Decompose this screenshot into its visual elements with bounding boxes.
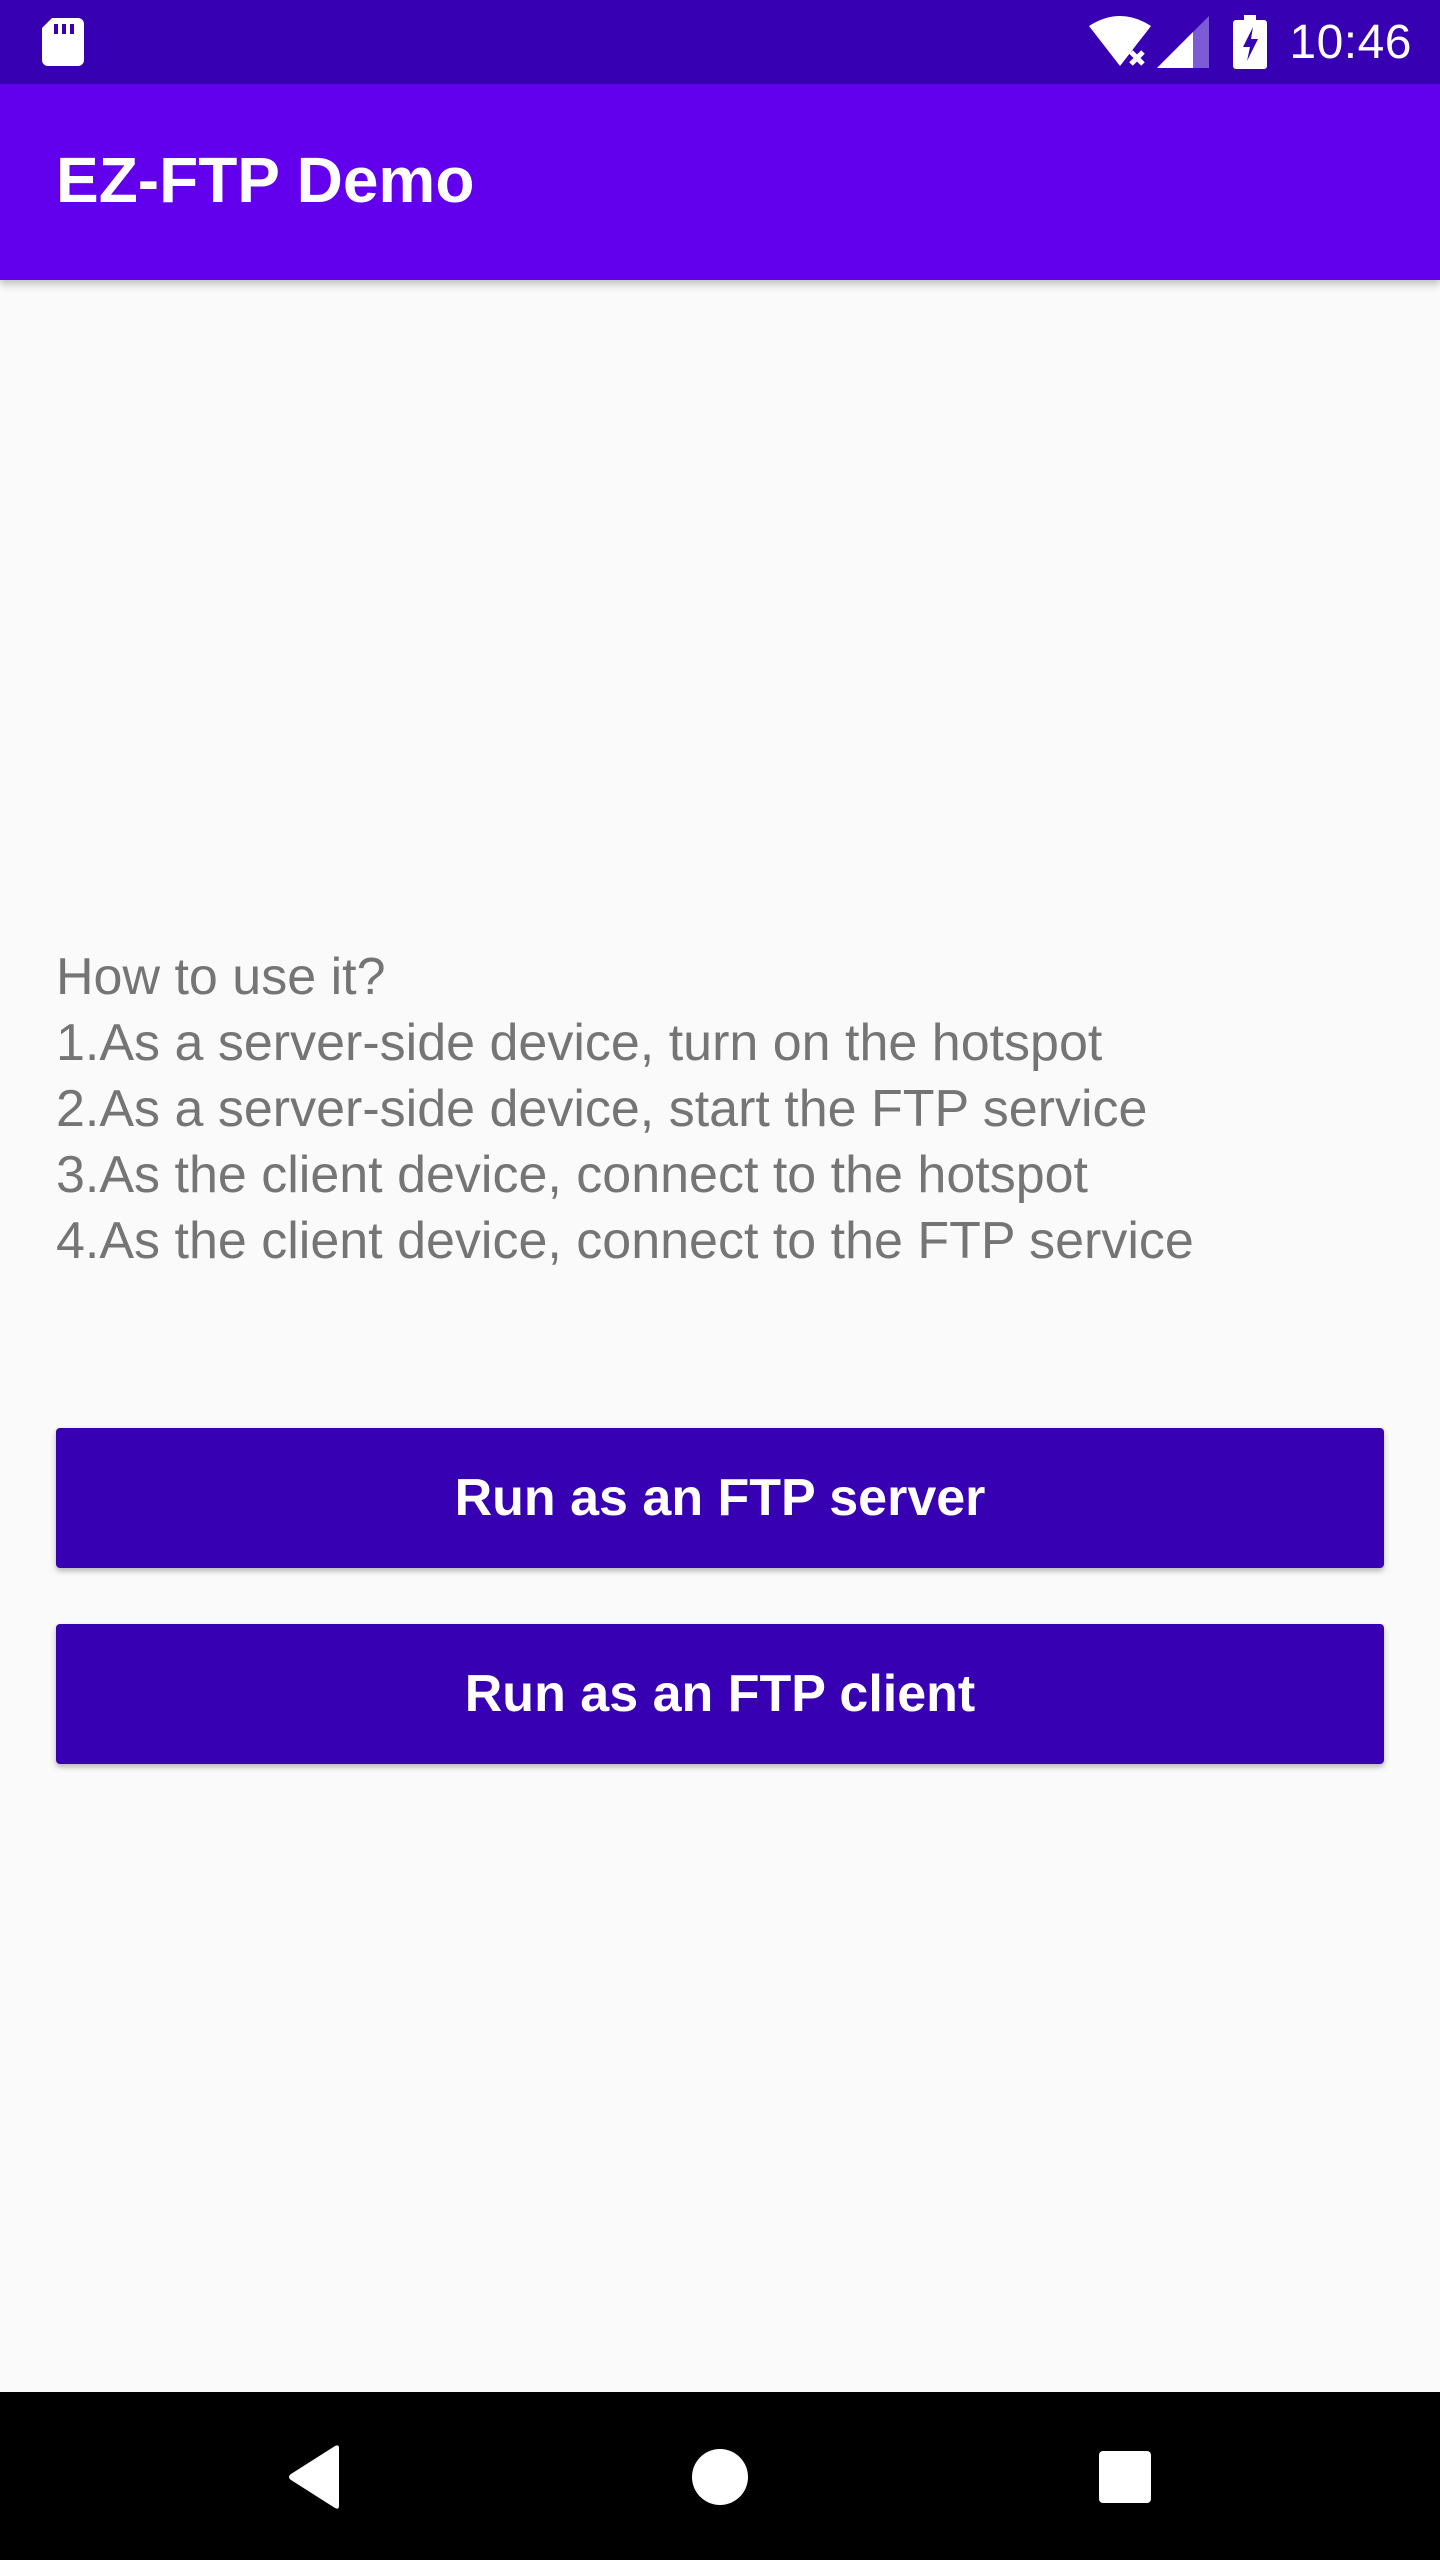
clock: 10:46 [1289,15,1412,69]
home-icon [692,2449,748,2505]
instruction-step: 4.As the client device, connect to the F… [56,1212,1194,1270]
back-button[interactable] [270,2432,360,2522]
sd-card-icon [42,18,84,66]
app-bar: EZ-FTP Demo [0,84,1440,280]
cell-signal-icon [1157,16,1210,68]
instruction-step: 1.As a server-side device, turn on the h… [56,1014,1103,1072]
navigation-bar [0,2392,1440,2560]
run-ftp-server-button[interactable]: Run as an FTP server [56,1428,1384,1568]
app-screen: 10:46 EZ-FTP Demo How to use it? 1.As a … [0,0,1440,2560]
recents-icon [1099,2451,1151,2503]
battery-charging-icon [1233,15,1268,69]
status-bar: 10:46 [0,0,1440,84]
wifi-no-internet-icon [1089,16,1152,66]
instruction-step: 2.As a server-side device, start the FTP… [56,1080,1148,1138]
status-icons: 10:46 [1087,0,1412,84]
instructions-heading: How to use it? [56,948,386,1006]
home-button[interactable] [675,2432,765,2522]
back-icon [289,2445,339,2509]
instructions-text: How to use it? 1.As a server-side device… [56,944,1396,1274]
recents-button[interactable] [1080,2432,1170,2522]
app-title: EZ-FTP Demo [56,144,475,216]
instruction-step: 3.As the client device, connect to the h… [56,1146,1088,1204]
run-ftp-client-button[interactable]: Run as an FTP client [56,1624,1384,1764]
